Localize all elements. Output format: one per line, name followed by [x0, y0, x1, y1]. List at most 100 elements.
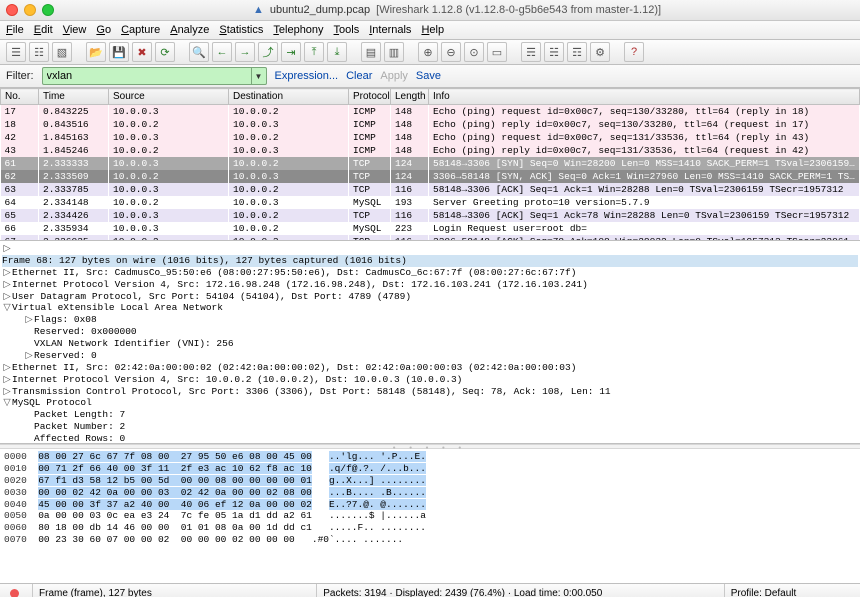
col-no[interactable]: No. — [1, 89, 39, 105]
minimize-window-icon[interactable] — [24, 4, 36, 16]
detail-line[interactable]: Packet Number: 2 — [34, 421, 125, 432]
prefs-icon[interactable]: ⚙ — [590, 42, 610, 62]
expand-icon[interactable]: ▷ — [24, 350, 34, 362]
filter-save-button[interactable]: Save — [416, 70, 441, 82]
detail-line[interactable]: Reserved: 0 — [34, 350, 97, 361]
resize-cols-icon[interactable]: ▭ — [487, 42, 507, 62]
table-row[interactable]: 622.33350910.0.0.210.0.0.3TCP1243306→581… — [1, 170, 860, 183]
detail-frame[interactable]: Frame 68: 127 bytes on wire (1016 bits),… — [2, 255, 858, 267]
menu-help[interactable]: Help — [421, 24, 444, 36]
jump-icon[interactable]: ⤴ — [258, 42, 278, 62]
menu-capture[interactable]: Capture — [121, 24, 160, 36]
col-time[interactable]: Time — [39, 89, 109, 105]
expand-icon[interactable]: ▷ — [2, 279, 12, 291]
menu-statistics[interactable]: Statistics — [219, 24, 263, 36]
autoscroll-icon[interactable]: ▥ — [384, 42, 404, 62]
colorize-icon[interactable]: ▤ — [361, 42, 381, 62]
table-row[interactable]: 652.33442610.0.0.310.0.0.2TCP11658148→33… — [1, 209, 860, 222]
detail-line[interactable]: Flags: 0x08 — [34, 314, 97, 325]
menu-view[interactable]: View — [63, 24, 87, 36]
options-icon[interactable]: ☷ — [29, 42, 49, 62]
detail-line[interactable]: Reserved: 0x000000 — [34, 326, 137, 337]
col-destination[interactable]: Destination — [229, 89, 349, 105]
forward-icon[interactable]: → — [235, 42, 255, 62]
first-icon[interactable]: ⤒ — [304, 42, 324, 62]
reload-icon[interactable]: ⟳ — [155, 42, 175, 62]
menu-analyze[interactable]: Analyze — [170, 24, 209, 36]
table-row[interactable]: 642.33414810.0.0.210.0.0.3MySQL193Server… — [1, 196, 860, 209]
filter-input[interactable] — [43, 69, 251, 83]
menu-telephony[interactable]: Telephony — [273, 24, 323, 36]
filter-clear-button[interactable]: Clear — [346, 70, 372, 82]
hex-row[interactable]: 0060 80 18 00 db 14 46 00 00 01 01 08 0a… — [4, 522, 856, 534]
expand-icon[interactable]: ▷ — [2, 243, 12, 255]
expand-icon[interactable]: ▷ — [2, 386, 12, 398]
table-row[interactable]: 662.33593410.0.0.310.0.0.2MySQL223Login … — [1, 222, 860, 235]
zoom-in-icon[interactable]: ⊕ — [418, 42, 438, 62]
detail-line[interactable]: Affected Rows: 0 — [34, 433, 125, 444]
detail-ip1[interactable]: Internet Protocol Version 4, Src: 172.16… — [12, 279, 588, 290]
col-protocol[interactable]: Protocol — [349, 89, 391, 105]
coloring-rules-icon[interactable]: ☶ — [567, 42, 587, 62]
detail-udp[interactable]: User Datagram Protocol, Src Port: 54104 … — [12, 291, 411, 302]
list-icon[interactable]: ☰ — [6, 42, 26, 62]
zoom-window-icon[interactable] — [42, 4, 54, 16]
hex-row[interactable]: 0020 67 f1 d3 58 12 b5 00 5d 00 00 08 00… — [4, 475, 856, 487]
detail-tcp[interactable]: Transmission Control Protocol, Src Port:… — [12, 386, 611, 397]
hex-row[interactable]: 0040 45 00 00 3f 37 a2 40 00 40 06 ef 12… — [4, 499, 856, 511]
expand-icon[interactable]: ▷ — [2, 267, 12, 279]
detail-line[interactable]: VXLAN Network Identifier (VNI): 256 — [34, 338, 234, 349]
hex-row[interactable]: 0030 00 00 02 42 0a 00 00 03 02 42 0a 00… — [4, 487, 856, 499]
help-icon[interactable]: ? — [624, 42, 644, 62]
last-icon[interactable]: ⤓ — [327, 42, 347, 62]
status-right[interactable]: Profile: Default — [731, 588, 797, 597]
display-filters-icon[interactable]: ☵ — [544, 42, 564, 62]
filter-expression-button[interactable]: Expression... — [275, 70, 339, 82]
hex-row[interactable]: 0070 00 23 30 60 07 00 00 02 00 00 00 02… — [4, 534, 856, 546]
table-row[interactable]: 612.33333310.0.0.310.0.0.2TCP12458148→33… — [1, 157, 860, 170]
capture-filters-icon[interactable]: ☴ — [521, 42, 541, 62]
detail-eth2[interactable]: Ethernet II, Src: 02:42:0a:00:00:02 (02:… — [12, 362, 576, 373]
hex-row[interactable]: 0000 08 00 27 6c 67 7f 08 00 27 95 50 e6… — [4, 451, 856, 463]
filter-apply-button[interactable]: Apply — [380, 70, 408, 82]
zoom-out-icon[interactable]: ⊖ — [441, 42, 461, 62]
detail-line[interactable]: Packet Length: 7 — [34, 409, 125, 420]
menu-tools[interactable]: Tools — [334, 24, 360, 36]
detail-eth1[interactable]: Ethernet II, Src: CadmusCo_95:50:e6 (08:… — [12, 267, 576, 278]
detail-mysql[interactable]: MySQL Protocol — [12, 397, 92, 408]
fin-icon[interactable]: ▧ — [52, 42, 72, 62]
expand-icon[interactable]: ▷ — [2, 291, 12, 303]
back-icon[interactable]: ← — [212, 42, 232, 62]
table-row[interactable]: 170.84322510.0.0.310.0.0.2ICMP148Echo (p… — [1, 105, 860, 119]
table-row[interactable]: 421.84516310.0.0.310.0.0.2ICMP148Echo (p… — [1, 131, 860, 144]
detail-ip2[interactable]: Internet Protocol Version 4, Src: 10.0.0… — [12, 374, 462, 385]
menu-internals[interactable]: Internals — [369, 24, 411, 36]
goto-icon[interactable]: ⇥ — [281, 42, 301, 62]
col-info[interactable]: Info — [429, 89, 860, 105]
expand-icon[interactable]: ▷ — [2, 362, 12, 374]
close-window-icon[interactable] — [6, 4, 18, 16]
packet-bytes-pane[interactable]: 0000 08 00 27 6c 67 7f 08 00 27 95 50 e6… — [0, 449, 860, 583]
filter-dropdown-icon[interactable]: ▼ — [251, 68, 266, 84]
packet-details-pane[interactable]: ▷Frame 68: 127 bytes on wire (1016 bits)… — [0, 241, 860, 444]
table-row[interactable]: 180.84351610.0.0.210.0.0.3ICMP148Echo (p… — [1, 118, 860, 131]
menu-file[interactable]: File — [6, 24, 24, 36]
open-icon[interactable]: 📂 — [86, 42, 106, 62]
zoom-reset-icon[interactable]: ⊙ — [464, 42, 484, 62]
table-row[interactable]: 632.33378510.0.0.310.0.0.2TCP11658148→33… — [1, 183, 860, 196]
detail-vxlan[interactable]: Virtual eXtensible Local Area Network — [12, 302, 223, 313]
hex-row[interactable]: 0050 0a 00 00 03 0c ea e3 24 7c fe 05 1a… — [4, 510, 856, 522]
close-icon[interactable]: ✖ — [132, 42, 152, 62]
expert-info-icon[interactable] — [10, 589, 19, 597]
expand-icon[interactable]: ▷ — [2, 374, 12, 386]
save-icon[interactable]: 💾 — [109, 42, 129, 62]
collapse-icon[interactable]: ▽ — [2, 397, 12, 409]
col-source[interactable]: Source — [109, 89, 229, 105]
col-length[interactable]: Length — [391, 89, 429, 105]
menu-go[interactable]: Go — [96, 24, 111, 36]
expand-icon[interactable]: ▷ — [24, 314, 34, 326]
hex-row[interactable]: 0010 00 71 2f 66 40 00 3f 11 2f e3 ac 10… — [4, 463, 856, 475]
find-icon[interactable]: 🔍 — [189, 42, 209, 62]
packet-list-pane[interactable]: No.TimeSourceDestinationProtocolLengthIn… — [0, 88, 860, 241]
table-row[interactable]: 431.84524610.0.0.210.0.0.3ICMP148Echo (p… — [1, 144, 860, 157]
